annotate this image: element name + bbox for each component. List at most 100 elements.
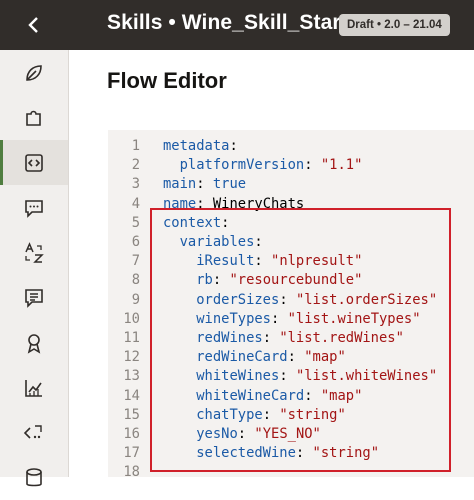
sidebar-item-components[interactable] — [0, 410, 68, 455]
yaml-key: iResult — [196, 253, 255, 270]
yaml-value: true — [212, 176, 247, 193]
code-text: main: true — [163, 175, 246, 194]
code-text: context: — [163, 214, 229, 233]
line-number: 8 — [131, 272, 140, 289]
yaml-separator: : — [254, 253, 272, 270]
yaml-key: context — [163, 214, 222, 231]
sidebar — [0, 50, 69, 486]
yaml-key: variables — [179, 234, 255, 250]
yaml-key: wineTypes — [196, 310, 271, 327]
yaml-value: "map" — [304, 349, 346, 366]
line-number: 3 — [131, 176, 140, 193]
top-bar: Skills • Wine_Skill_Starter Draft • 2.0 … — [0, 0, 474, 50]
code-text: selectedWine: "string" — [163, 444, 379, 463]
sidebar-item-intents[interactable] — [0, 50, 68, 95]
yaml-separator: : — [271, 310, 288, 327]
yaml-value: WineryChats — [212, 195, 305, 212]
version-badge: Draft • 2.0 – 21.04 — [339, 14, 450, 36]
sidebar-item-entities[interactable] — [0, 95, 68, 140]
back-button[interactable] — [0, 0, 68, 50]
sidebar-item-translation[interactable] — [0, 230, 68, 275]
code-text: whiteWineCard: "map" — [163, 387, 362, 406]
code-text: metadata: — [163, 137, 238, 156]
code-text: rb: "resourcebundle" — [163, 271, 362, 290]
sidebar-item-quality[interactable] — [0, 320, 68, 365]
yaml-key: orderSizes — [196, 291, 280, 308]
line-number: 7 — [131, 253, 140, 270]
yaml-key: name — [163, 195, 197, 212]
yaml-separator: : — [304, 157, 321, 174]
line-number: 15 — [123, 406, 140, 423]
line-number: 16 — [123, 426, 140, 442]
line-number: 9 — [131, 291, 140, 308]
yaml-separator: : — [221, 214, 230, 231]
yaml-value: "list.orderSizes" — [295, 291, 438, 308]
database-icon — [26, 467, 42, 486]
sidebar-item-flows[interactable] — [0, 140, 68, 185]
yaml-separator: : — [254, 234, 263, 250]
code-text: iResult: "nlpresult" — [163, 252, 362, 271]
code-text: redWines: "list.redWines" — [163, 329, 404, 348]
sidebar-item-resources[interactable] — [0, 185, 68, 230]
chevron-left-icon — [28, 17, 38, 33]
sidebar-item-settings[interactable] — [0, 275, 68, 320]
api-icon — [23, 424, 42, 439]
yaml-separator: : — [287, 349, 305, 366]
line-number: 4 — [131, 195, 140, 212]
yaml-separator: : — [279, 368, 296, 385]
code-text: name: WineryChats — [163, 195, 304, 214]
code-text: yesNo: "YES_NO" — [163, 425, 321, 444]
yaml-value: "1.1" — [320, 157, 363, 174]
yaml-key: platformVersion — [179, 157, 305, 174]
line-number: 14 — [123, 387, 140, 404]
yaml-separator: : — [229, 138, 238, 154]
form-icon — [25, 288, 43, 308]
yaml-separator: : — [304, 387, 321, 404]
code-text: redWineCard: "map" — [163, 348, 346, 367]
line-number: 18 — [123, 464, 140, 481]
sidebar-item-data[interactable] — [0, 455, 68, 500]
page-title: Flow Editor — [107, 68, 227, 93]
yaml-key: redWineCard — [196, 349, 288, 366]
code-text: wineTypes: "list.wineTypes" — [163, 310, 420, 329]
translate-icon — [25, 241, 44, 263]
yaml-value: "string" — [312, 445, 379, 462]
code-editor[interactable]: 1 metadata: 2 platformVersion: "1.1" 3 main:… — [108, 130, 474, 480]
award-icon — [27, 333, 41, 354]
puzzle-icon — [26, 110, 41, 126]
yaml-value: "string" — [279, 406, 346, 423]
yaml-key: redWines — [196, 330, 263, 346]
yaml-value: "map" — [320, 387, 363, 404]
line-number: 11 — [123, 330, 140, 346]
line-number: 6 — [131, 234, 140, 250]
yaml-separator: : — [279, 291, 296, 308]
yaml-separator: : — [237, 426, 255, 442]
line-number: 10 — [123, 310, 140, 327]
chart-icon — [25, 379, 42, 397]
line-number: 12 — [123, 349, 140, 366]
code-text: whiteWines: "list.whiteWines" — [163, 367, 437, 386]
code-text: variables: — [163, 233, 263, 252]
code-text: orderSizes: "list.orderSizes" — [163, 291, 437, 310]
line-number: 17 — [123, 445, 140, 462]
yaml-key: yesNo — [196, 426, 238, 442]
line-number: 1 — [131, 138, 140, 154]
line-number: 5 — [131, 214, 140, 231]
code-text: chatType: "string" — [163, 406, 346, 425]
yaml-separator: : — [196, 195, 213, 212]
yaml-value: "resourcebundle" — [229, 272, 363, 289]
yaml-separator: : — [196, 176, 213, 193]
yaml-separator: : — [212, 272, 230, 289]
sidebar-item-insights[interactable] — [0, 365, 68, 410]
